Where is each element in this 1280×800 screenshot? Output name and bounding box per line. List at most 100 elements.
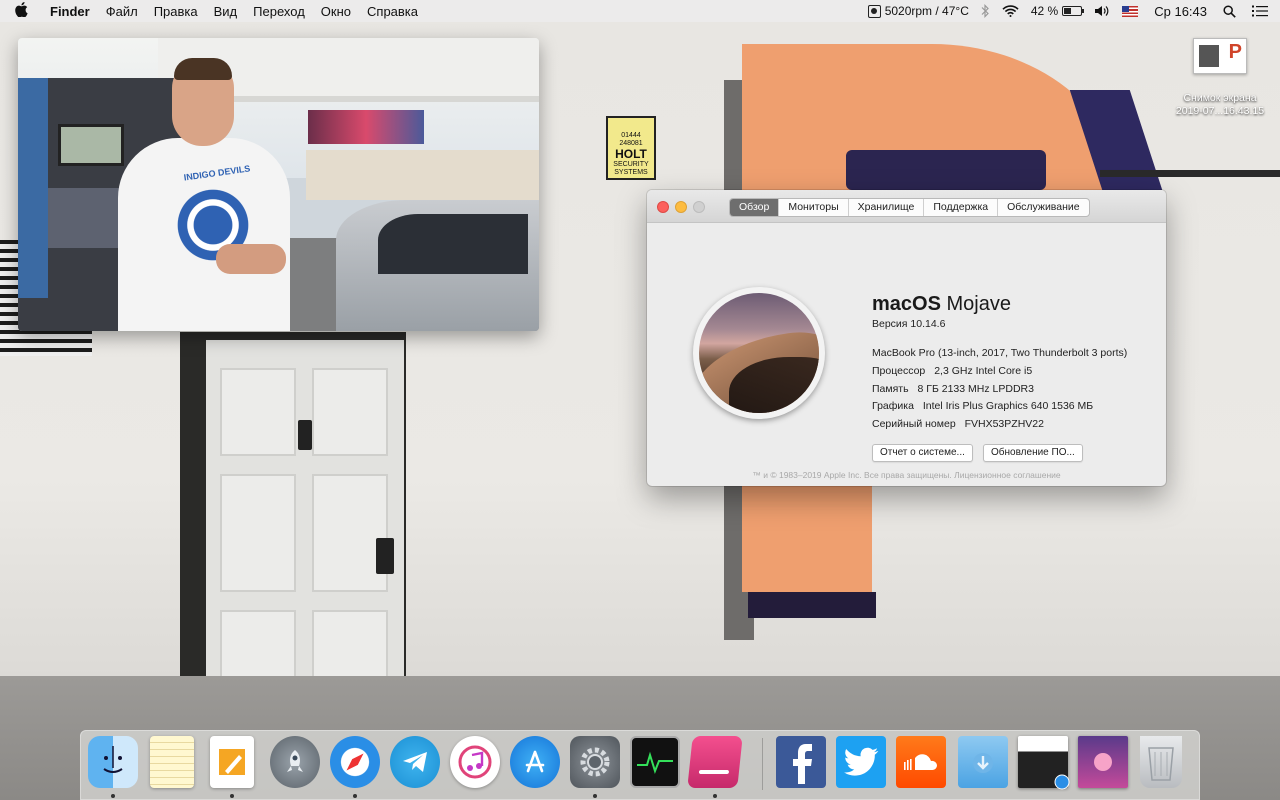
video-person-hands (216, 244, 286, 274)
door-panel (220, 368, 296, 456)
screenshot-thumbnail-icon: P (1193, 38, 1247, 74)
volume-icon[interactable] (1088, 5, 1116, 17)
menu-file[interactable]: Файл (98, 4, 146, 19)
fan-status-text: 5020rpm / 47°C (884, 4, 969, 18)
tab-bar: Обзор Мониторы Хранилище Поддержка Обслу… (729, 198, 1090, 217)
dock-trash-icon[interactable] (1140, 736, 1182, 788)
battery-icon (1062, 6, 1085, 16)
video-pump-stripe (18, 78, 48, 298)
dock-system-preferences-icon[interactable] (570, 736, 620, 788)
dock-recent-window-2-icon[interactable] (1078, 736, 1128, 788)
video-pump-panel (48, 188, 128, 248)
dock-pages-icon[interactable] (210, 736, 254, 788)
menu-view[interactable]: Вид (206, 4, 246, 19)
os-version: Версия 10.14.6 (872, 318, 945, 330)
tab-storage[interactable]: Хранилище (847, 199, 924, 216)
spec-row-serial: Серийный номер FVHX53PZHV22 (872, 416, 1127, 434)
menu-bar: Finder Файл Правка Вид Переход Окно Спра… (0, 0, 1280, 22)
dock-running-indicator (111, 794, 115, 798)
minimize-button[interactable] (675, 201, 687, 213)
tab-service[interactable]: Обслуживание (997, 199, 1089, 216)
battery-status[interactable]: 42 % (1025, 4, 1088, 18)
spec-label: Память (872, 382, 909, 395)
dock-running-indicator (353, 794, 357, 798)
dock-cleanmymac-icon[interactable] (687, 736, 743, 788)
alarm-sign-brand: HOLT (615, 147, 647, 161)
spec-value: 2,3 GHz Intel Core i5 (934, 364, 1033, 377)
search-icon[interactable] (1217, 4, 1242, 18)
desktop-file-label: Снимок экрана 2019-07...16.43.15 (1170, 92, 1270, 118)
video-pump-screen (58, 124, 124, 166)
dock-downloads-folder-icon[interactable] (958, 736, 1008, 788)
dock-recent-window-1-icon[interactable] (1018, 736, 1070, 790)
menu-list-icon[interactable] (1242, 5, 1280, 17)
menu-window[interactable]: Окно (313, 4, 359, 19)
desktop-file-label-line1: Снимок экрана (1183, 92, 1257, 104)
desktop-screenshot-file[interactable]: P Снимок экрана 2019-07...16.43.15 (1170, 38, 1270, 118)
tab-support[interactable]: Поддержка (923, 199, 997, 216)
dock-facebook-icon[interactable] (776, 736, 826, 788)
fan-status[interactable]: 5020rpm / 47°C (862, 4, 975, 18)
os-name-light: Mojave (946, 293, 1011, 315)
os-name-bold: macOS (872, 293, 941, 315)
video-window[interactable]: INDIGO DEVILS (18, 38, 539, 331)
battery-percent: 42 % (1030, 4, 1059, 18)
menu-app-finder[interactable]: Finder (42, 4, 98, 19)
dock-finder-icon[interactable] (88, 736, 138, 788)
clock[interactable]: Ср 16:43 (1144, 4, 1217, 19)
tab-overview[interactable]: Обзор (730, 199, 779, 216)
dock-running-indicator (593, 794, 597, 798)
software-update-button[interactable]: Обновление ПО... (983, 444, 1083, 462)
dock-running-indicator (713, 794, 717, 798)
video-billboard (308, 110, 424, 144)
bluetooth-icon[interactable] (975, 4, 996, 18)
door-panel (312, 368, 388, 456)
menu-edit[interactable]: Правка (146, 4, 206, 19)
dock-launchpad-icon[interactable] (270, 736, 320, 788)
door-panel (220, 474, 296, 592)
os-version-label: Версия (872, 318, 908, 330)
door-panel (312, 474, 388, 592)
video-person-hair (174, 58, 232, 80)
copyright-text: ™ и © 1983–2019 Apple Inc. Все права защ… (752, 470, 1061, 480)
dock-soundcloud-icon[interactable] (896, 736, 946, 788)
wall-stripe (1100, 170, 1280, 177)
overview-content: macOS Mojave Версия 10.14.6 MacBook Pro … (647, 223, 1166, 486)
apple-menu-icon[interactable] (12, 2, 30, 20)
spec-label: Графика (872, 400, 914, 413)
close-button[interactable] (657, 201, 669, 213)
dock-notes-icon[interactable] (150, 736, 194, 788)
os-title: macOS Mojave (872, 293, 1011, 316)
video-building (306, 150, 539, 200)
dock-safari-icon[interactable] (330, 736, 380, 788)
zoom-button[interactable] (693, 201, 705, 213)
macos-mojave-logo-icon (693, 287, 825, 419)
desktop-file-label-line2: 2019-07...16.43.15 (1175, 105, 1265, 117)
spec-value: Intel Iris Plus Graphics 640 1536 МБ (922, 400, 1094, 413)
dock-twitter-icon[interactable] (836, 736, 886, 788)
dock-app-store-icon[interactable] (510, 736, 560, 788)
about-this-mac-window: Обзор Мониторы Хранилище Поддержка Обслу… (647, 190, 1166, 486)
spec-value: FVHX53PZHV22 (964, 418, 1044, 431)
dock-telegram-icon[interactable] (390, 736, 440, 788)
window-titlebar[interactable]: Обзор Мониторы Хранилище Поддержка Обслу… (647, 190, 1166, 223)
dock-running-indicator (230, 794, 234, 798)
us-flag-icon[interactable] (1116, 5, 1144, 17)
spec-model: MacBook Pro (13-inch, 2017, Two Thunderb… (872, 347, 1128, 359)
wifi-icon[interactable] (996, 5, 1025, 17)
mural-letter-base (748, 592, 876, 618)
dock-activity-monitor-icon[interactable] (630, 736, 680, 788)
dock-itunes-icon[interactable] (450, 736, 500, 788)
spec-row-memory: Память 8 ГБ 2133 MHz LPDDR3 (872, 381, 1127, 399)
wall-alarm-sign: 01444 248081 HOLT SECURITY SYSTEMS (606, 116, 656, 180)
spec-row-graphics: Графика Intel Iris Plus Graphics 640 153… (872, 398, 1127, 416)
menu-go[interactable]: Переход (245, 4, 313, 19)
spec-value: 8 ГБ 2133 MHz LPDDR3 (917, 382, 1034, 395)
dock-separator (762, 738, 763, 790)
hardware-specs: MacBook Pro (13-inch, 2017, Two Thunderb… (872, 345, 1127, 434)
menu-help[interactable]: Справка (359, 4, 426, 19)
tab-displays[interactable]: Мониторы (778, 199, 847, 216)
system-report-button[interactable]: Отчет о системе... (872, 444, 973, 462)
mural-letter-inner (846, 150, 1046, 190)
door (206, 340, 404, 692)
